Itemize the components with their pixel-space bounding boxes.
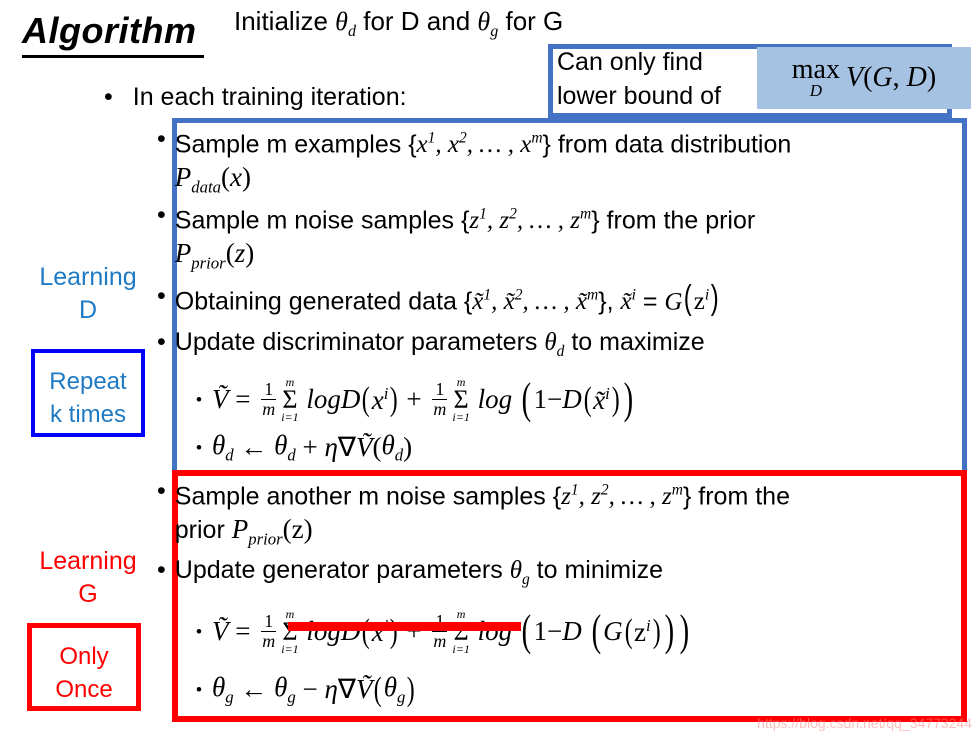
page-title: Algorithm xyxy=(22,10,197,51)
formula-row: • Ṽ = 1mmΣi=1 logD(xi) + 1mmΣi=1 log (1… xyxy=(196,608,691,655)
max-operator: max xyxy=(791,53,840,85)
repeat-note-line2: k times xyxy=(49,401,126,428)
initialize-line: Initialize θd for D and θg for G xyxy=(234,6,564,41)
training-iteration-label: In each training iteration: xyxy=(132,83,407,111)
watermark: https://blog.csdn.net/qq_34773244 xyxy=(757,715,972,731)
formula-row: • θd ← θd + η ∇ Ṽ(θd) xyxy=(196,430,412,465)
repeat-note-line1: Repeat xyxy=(49,368,127,395)
list-item: • Sample m examples {x1, x2, … , xm} fro… xyxy=(157,122,967,205)
step-text-b: } from the xyxy=(682,482,790,511)
step-text-a: Sample m examples { xyxy=(174,130,417,159)
learning-d-label-line2: D xyxy=(78,296,98,324)
step-text-b: } from data distribution xyxy=(542,130,792,159)
theta-d-update-formula: θd ← θd + η ∇ Ṽ(θd) xyxy=(211,430,413,465)
step-text-b: }, xyxy=(598,287,621,316)
lower-bound-line1: Can only find xyxy=(557,48,703,76)
learning-g-label: Learning G xyxy=(12,545,164,611)
step-text: Sample another m noise samples {z1, z2, … xyxy=(174,482,790,549)
bullet-icon: • xyxy=(157,282,166,310)
bullet-icon: • xyxy=(157,556,166,584)
learning-d-label-line1: Learning xyxy=(39,263,137,291)
bullet-icon: • xyxy=(196,438,202,458)
learning-g-label-line2: G xyxy=(78,580,98,608)
max-subscript: D xyxy=(809,81,823,101)
step-text-a: Sample another m noise samples { xyxy=(174,482,562,511)
theta-g-update-formula: θg ← θg − η ∇ Ṽ(θg) xyxy=(211,670,416,708)
lower-bound-text: Can only find lower bound of xyxy=(557,45,757,113)
step-text-a: Sample m noise samples { xyxy=(174,206,470,235)
bullet-icon: • xyxy=(196,622,202,642)
title-underline xyxy=(22,55,204,58)
learning-g-label-line1: Learning xyxy=(39,547,137,575)
list-item: • Update generator parameters θg to mini… xyxy=(157,553,967,597)
bullet-icon: • xyxy=(157,125,166,153)
bullet-icon: • xyxy=(196,680,202,700)
only-once-line2: Once xyxy=(55,676,113,703)
training-iteration-line: • In each training iteration: xyxy=(104,80,407,114)
step-text-b: } from the prior xyxy=(591,206,756,235)
bullet-icon: • xyxy=(157,477,166,505)
only-once-line1: Only xyxy=(59,643,109,670)
bullet-icon: • xyxy=(104,83,113,111)
bullet-icon: • xyxy=(157,201,166,229)
lower-bound-line2: lower bound of xyxy=(557,82,722,110)
list-item: • Sample m noise samples {z1, z2, … , zm… xyxy=(157,198,967,281)
v-of-g-d: V xyxy=(845,62,864,93)
v-args: ( xyxy=(863,62,873,93)
formula-row: • Ṽ = 1mmΣi=1 logD(xi) + 1mmΣi=1 log (1… xyxy=(196,376,636,423)
step-text: Obtaining generated data {x̃1, x̃2, … , … xyxy=(174,279,719,318)
repeat-k-times-note: Repeat k times xyxy=(31,349,145,437)
step-text: Sample m examples {x1, x2, … , xm} from … xyxy=(174,130,792,197)
formula-row: • θg ← θg − η ∇ Ṽ(θg) xyxy=(196,672,417,707)
v-tilde-d-formula: Ṽ = 1 m m Σi=1 logD(xi) + 1 m m Σi=1 log (1 −… xyxy=(211,374,634,425)
strikethrough-marker xyxy=(288,622,521,631)
list-item: • Sample another m noise samples {z1, z2… xyxy=(157,474,967,557)
step-text: Update discriminator parameters θd to ma… xyxy=(174,328,705,360)
bullet-icon: • xyxy=(157,328,166,356)
v-tilde-g-formula: Ṽ = 1mmΣi=1 logD(xi) + 1mmΣi=1 log (1 −… xyxy=(211,606,689,657)
step-text-a: Obtaining generated data { xyxy=(174,287,473,316)
list-item: • Obtaining generated data {x̃1, x̃2, … … xyxy=(157,279,967,319)
max-v-formula: max D V(G, D) xyxy=(757,47,971,109)
list-item: • Update discriminator parameters θd to … xyxy=(157,325,967,369)
only-once-note: Only Once xyxy=(27,623,141,711)
learning-d-label: Learning D xyxy=(12,261,164,327)
bullet-icon: • xyxy=(196,390,202,410)
step-text: Update generator parameters θg to minimi… xyxy=(174,556,664,588)
step-text: Sample m noise samples {z1, z2, … , zm} … xyxy=(174,206,756,273)
